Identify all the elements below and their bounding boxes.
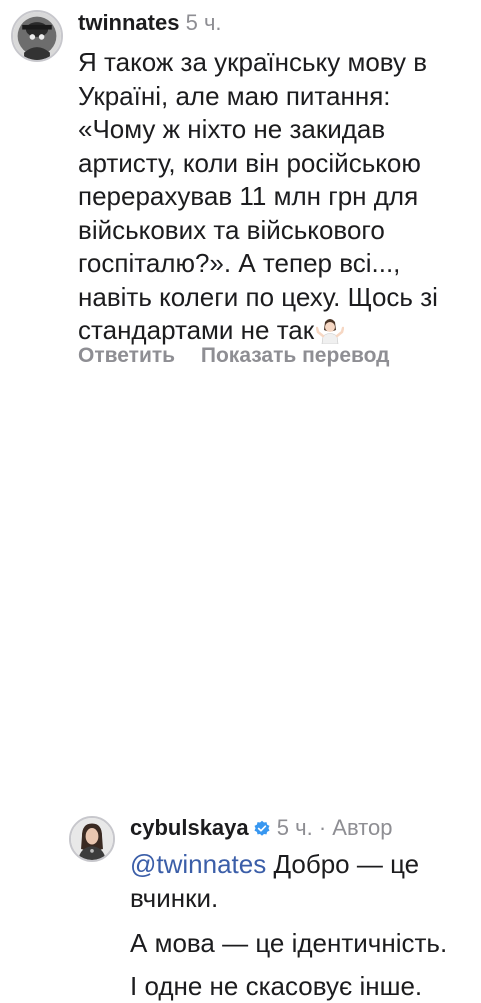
verified-badge-icon (253, 820, 271, 838)
comment-text-part: Добро — це (266, 849, 419, 879)
avatar-image (71, 818, 113, 860)
show-translation-button[interactable]: Показать перевод (201, 344, 390, 368)
comment-line: вчинки. (130, 882, 475, 916)
comment-line: @twinnates Добро — це (130, 848, 475, 882)
timestamp: 5 ч. (277, 815, 313, 840)
comment-line: артисту, коли він російською (78, 147, 473, 181)
comment-line: стандартами не так (78, 315, 314, 345)
comment-text: @twinnates Добро — це вчинки. А мова — ц… (130, 848, 475, 1003)
comment-text: Я також за українську мову в Україні, ал… (78, 46, 473, 348)
comment-line: військових та військового (78, 214, 473, 248)
comment-line: Я також за українську мову в (78, 46, 473, 80)
comment-line: Україні, але маю питання: (78, 80, 473, 114)
comment-line: А мова — це ідентичність. (130, 927, 475, 961)
avatar[interactable] (11, 10, 63, 62)
reply-button[interactable]: Ответить (78, 344, 175, 368)
person-shrugging-emoji (316, 316, 344, 344)
username[interactable]: cybulskaya (130, 815, 249, 840)
comment-actions: Ответить Показать перевод (78, 344, 410, 368)
avatar-image (13, 12, 61, 60)
comment-line: І одне не скасовує інше. (130, 970, 475, 1003)
username[interactable]: twinnates (78, 10, 179, 35)
comment-line: «Чому ж ніхто не закидав (78, 113, 473, 147)
author-label: Автор (332, 815, 392, 840)
comment-line: перерахував 11 млн грн для (78, 180, 473, 214)
comment-line: навіть колеги по цеху. Щось зі (78, 281, 473, 315)
avatar[interactable] (69, 816, 115, 862)
mention-link[interactable]: @twinnates (130, 849, 266, 879)
comment-header: cybulskaya 5 ч. · Автор (130, 815, 392, 841)
separator: · (319, 815, 326, 840)
comment-line-last: стандартами не так (78, 314, 473, 348)
timestamp: 5 ч. (186, 10, 222, 35)
comment-header: twinnates 5 ч. (78, 10, 222, 36)
comment-line: госпіталю?». А тепер всі..., (78, 247, 473, 281)
